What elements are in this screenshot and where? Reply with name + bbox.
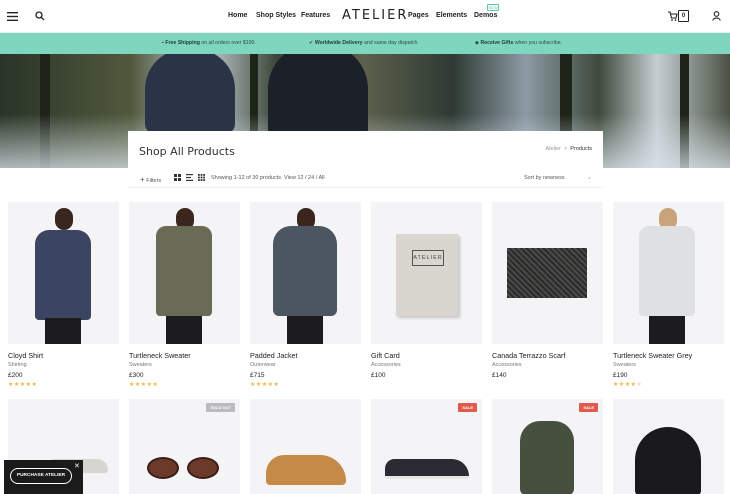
product-category[interactable]: Accessories [492, 362, 522, 368]
page-title: Shop All Products [139, 145, 235, 158]
product-image[interactable] [492, 202, 603, 344]
grid-large-view-icon[interactable] [174, 174, 181, 181]
gift-icon: ◆ [475, 40, 479, 46]
product-price: £100 [371, 372, 386, 379]
filters-button[interactable]: + Filters [140, 175, 161, 184]
list-view-icon[interactable] [186, 174, 193, 181]
product-price: £200 [8, 372, 23, 379]
model-sweater [639, 226, 695, 316]
product-price: £300 [129, 372, 144, 379]
hero-person [268, 54, 368, 139]
breadcrumb-separator: > [564, 146, 568, 152]
gift-card-box: ATELIER [396, 234, 458, 316]
product-image[interactable] [8, 202, 119, 344]
page-title-card: Shop All Products Atelier > Products [128, 131, 603, 168]
chevron-down-icon[interactable]: ⌄ [587, 174, 592, 181]
model-legs [166, 316, 202, 344]
sold-out-badge: SOLD OUT [206, 403, 235, 412]
nav-pages[interactable]: Pages [408, 12, 429, 19]
product-name[interactable]: Padded Jacket [250, 351, 298, 360]
breadcrumb-current: Products [570, 146, 592, 152]
product-price: £190 [613, 372, 628, 379]
star-rating: ★★★★★ [613, 382, 643, 388]
demos-new-badge: NEW [487, 4, 499, 11]
product-image[interactable] [250, 399, 361, 494]
check-icon: ✔ [309, 40, 314, 46]
scarf-swatch [507, 248, 587, 298]
shop-toolbar: + Filters Showing 1-12 of 30 products Vi… [128, 168, 603, 188]
backpack-shape [520, 421, 574, 494]
product-name[interactable]: Cloyd Shirt [8, 351, 43, 360]
star-rating: ★★★★★ [8, 382, 38, 388]
menu-icon[interactable] [5, 9, 19, 23]
site-logo[interactable]: ATELIER [342, 8, 408, 23]
close-icon[interactable]: ✕ [74, 462, 80, 470]
model-legs [45, 318, 81, 344]
product-category[interactable]: Shirting [8, 362, 27, 368]
promo-bar: ▪ Free Shipping on all orders over $100.… [0, 33, 730, 54]
product-image[interactable] [250, 202, 361, 344]
view-count-options[interactable]: View 12 / 24 / All [284, 175, 325, 181]
model-shirt [35, 230, 91, 320]
results-count: Showing 1-12 of 30 products [211, 175, 282, 181]
sale-badge: SALE [458, 403, 477, 412]
purchase-bar: PURCHASE ATELIER ✕ [4, 460, 83, 494]
purchase-button[interactable]: PURCHASE ATELIER [10, 468, 72, 484]
product-name[interactable]: Gift Card [371, 351, 400, 360]
model-head [55, 208, 73, 230]
product-image[interactable]: ATELIER [371, 202, 482, 344]
product-image[interactable]: SALE [371, 399, 482, 494]
sunglasses-lens [187, 457, 219, 479]
promo-worldwide-delivery: ✔ Worldwide Delivery and same day dispat… [309, 40, 419, 46]
gift-card-brand: ATELIER [412, 250, 444, 266]
promo-receive-gifts: ◆ Receive Gifts when you subscribe. [475, 40, 563, 46]
product-image[interactable] [613, 202, 724, 344]
sale-badge: SALE [579, 403, 598, 412]
product-price: £140 [492, 372, 507, 379]
truck-icon: ▪ [162, 40, 164, 46]
beanie-shape [635, 427, 701, 494]
nav-features[interactable]: Features [301, 12, 330, 19]
boot-shape [266, 455, 346, 485]
product-category[interactable]: Accessories [371, 362, 401, 368]
product-name[interactable]: Turtleneck Sweater Grey [613, 351, 692, 360]
product-image[interactable] [613, 399, 724, 494]
nav-home[interactable]: Home [228, 12, 247, 19]
product-image[interactable] [129, 202, 240, 344]
product-price: £715 [250, 372, 265, 379]
breadcrumb: Atelier > Products [545, 146, 592, 152]
sort-select[interactable]: Sort by newness [524, 175, 565, 181]
model-sweater [156, 226, 212, 316]
account-icon[interactable] [709, 9, 723, 23]
model-legs [287, 316, 323, 344]
model-jacket [273, 226, 337, 316]
nav-demos[interactable]: Demos [474, 12, 497, 19]
product-category[interactable]: Sweaters [613, 362, 636, 368]
product-name[interactable]: Canada Terrazzo Scarf [492, 351, 565, 360]
product-name[interactable]: Turtleneck Sweater [129, 351, 191, 360]
search-icon[interactable] [33, 9, 47, 23]
product-image[interactable]: SALE [492, 399, 603, 494]
wishlist-icon[interactable] [665, 9, 679, 23]
site-header: Home Shop Styles Features ATELIER Pages … [0, 0, 730, 33]
nav-shop-styles[interactable]: Shop Styles [256, 12, 296, 19]
product-image[interactable]: SOLD OUT [129, 399, 240, 494]
cart-count-badge[interactable]: 0 [678, 10, 689, 22]
sunglasses-lens [147, 457, 179, 479]
nav-elements[interactable]: Elements [436, 12, 467, 19]
star-rating: ★★★★★ [250, 382, 280, 388]
star-rating: ★★★★★ [129, 382, 159, 388]
breadcrumb-home[interactable]: Atelier [545, 146, 561, 152]
product-category[interactable]: Outerwear [250, 362, 276, 368]
model-legs [649, 316, 685, 344]
grid-small-view-icon[interactable] [198, 174, 205, 181]
hero-person [145, 54, 235, 134]
product-category[interactable]: Sweaters [129, 362, 152, 368]
promo-free-shipping: ▪ Free Shipping on all orders over $100. [162, 40, 256, 46]
plus-icon: + [140, 175, 145, 184]
sneaker-shape [385, 459, 469, 479]
